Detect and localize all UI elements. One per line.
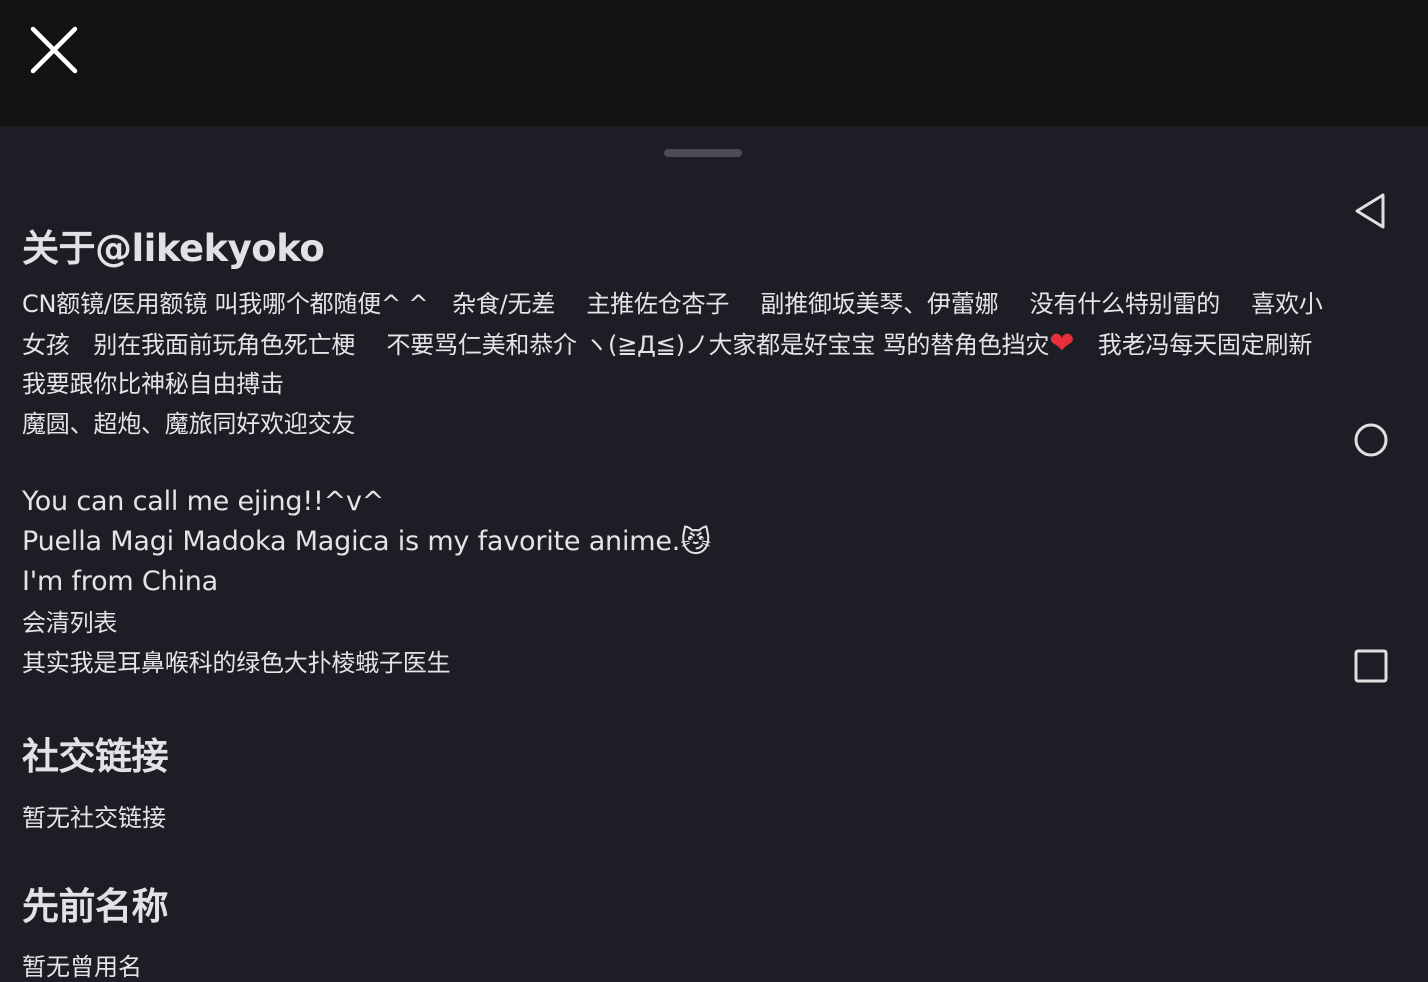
- close-icon: [30, 26, 78, 74]
- home-button[interactable]: [1350, 419, 1392, 461]
- bio-line: 魔圆、超炮、魔旅同好欢迎交友: [22, 410, 356, 438]
- bio-line: 我要跟你比神秘自由搏击: [22, 370, 284, 398]
- recents-square-icon: [1354, 649, 1388, 683]
- bio-line: CN额镜/医用额镜 叫我哪个都随便^ ^ 杂食/无差 主推佐仓杏子 副推御坂美琴…: [22, 290, 1323, 318]
- social-links-empty: 暂无社交链接: [22, 804, 166, 832]
- previous-names-title: 先前名称: [22, 885, 169, 928]
- about-title: 关于@likekyoko: [22, 227, 325, 270]
- profile-about-sheet: 关于@likekyoko CN额镜/医用额镜 叫我哪个都随便^ ^ 杂食/无差 …: [0, 126, 1428, 981]
- close-button[interactable]: [26, 24, 82, 80]
- bio-line: 其实我是耳鼻喉科的绿色大扑棱蛾子医生: [22, 649, 451, 677]
- drag-handle[interactable]: [664, 149, 742, 157]
- heart-emoji: ❤: [1049, 326, 1075, 361]
- back-button[interactable]: [1350, 190, 1392, 232]
- recents-button[interactable]: [1350, 645, 1392, 687]
- bio-text: 女孩 别在我面前玩角色死亡梗 不要骂仁美和恭介 ヽ(≧Д≦)ノ大家都是好宝宝 骂…: [22, 331, 1050, 359]
- bio-text: 我老冯每天固定刷新: [1074, 331, 1313, 359]
- top-bar: [0, 0, 1428, 126]
- bio-text: Puella Magi Madoka Magica is my favorite…: [22, 526, 681, 557]
- bio-line: Puella Magi Madoka Magica is my favorite…: [22, 522, 711, 562]
- home-circle-icon: [1354, 423, 1388, 457]
- bio-line: You can call me ejing!!^v^: [22, 486, 385, 517]
- cat-emoji: 😼: [680, 525, 712, 560]
- previous-names-empty: 暂无曾用名: [22, 953, 142, 981]
- social-links-title: 社交链接: [22, 735, 169, 778]
- back-triangle-icon: [1355, 193, 1385, 229]
- bio-line: 女孩 别在我面前玩角色死亡梗 不要骂仁美和恭介 ヽ(≧Д≦)ノ大家都是好宝宝 骂…: [22, 324, 1312, 365]
- bio-line: I'm from China: [22, 566, 219, 597]
- bio-line: 会清列表: [22, 609, 118, 637]
